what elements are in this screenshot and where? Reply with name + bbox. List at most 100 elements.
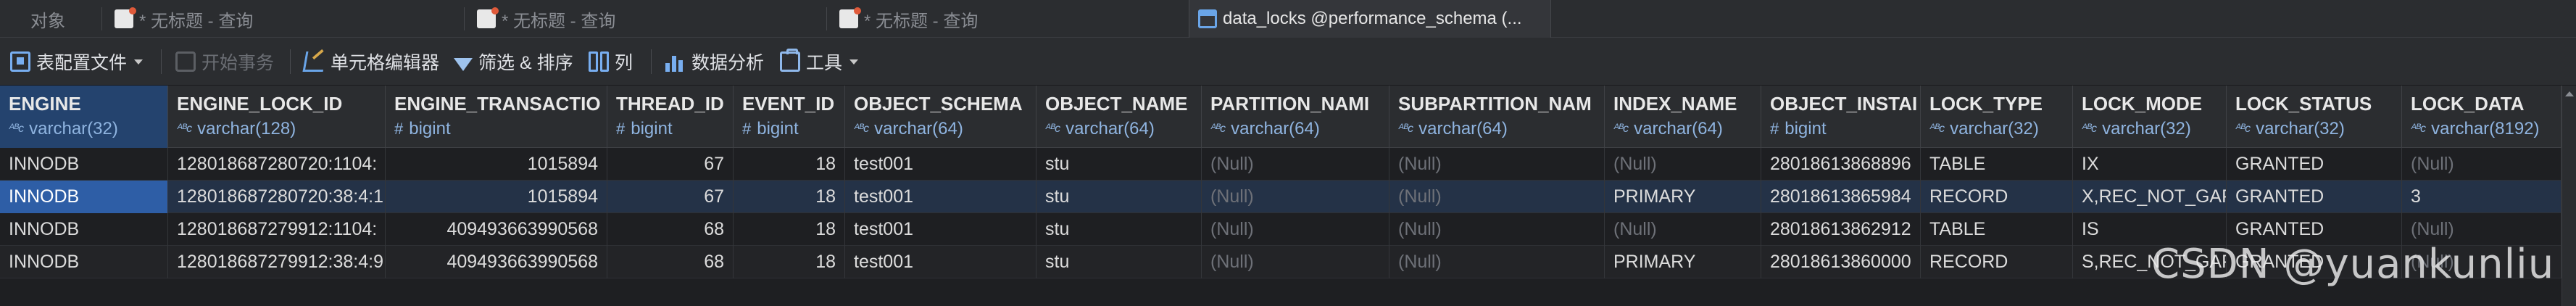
table-cell[interactable]: (Null) <box>1605 213 1761 246</box>
table-cell[interactable]: test001 <box>845 148 1036 181</box>
column-type-label: varchar(8192) <box>2431 119 2540 138</box>
scroll-up-icon[interactable] <box>2565 91 2574 96</box>
table-cell[interactable]: (Null) <box>1202 246 1389 278</box>
table-cell[interactable]: test001 <box>845 181 1036 213</box>
table-cell[interactable]: X,REC_NOT_GAP <box>2073 181 2227 213</box>
tab-objects[interactable]: 对象 <box>22 0 101 38</box>
vertical-scrollbar[interactable] <box>2562 86 2576 306</box>
filter-sort-button[interactable]: 筛选 & 排序 <box>454 38 573 86</box>
number-icon: # <box>394 120 404 138</box>
table-cell[interactable]: (Null) <box>2402 148 2562 181</box>
table-cell[interactable]: RECORD <box>1921 246 2073 278</box>
table-cell[interactable]: 68 <box>607 213 734 246</box>
table-cell[interactable]: test001 <box>845 246 1036 278</box>
table-cell[interactable]: GRANTED <box>2227 181 2402 213</box>
cell-editor-button[interactable]: 单元格编辑器 <box>302 38 439 86</box>
table-cell[interactable]: PRIMARY <box>1605 246 1761 278</box>
table-cell[interactable]: INNODB <box>0 246 168 278</box>
start-transaction-button[interactable]: 开始事务 <box>175 38 274 86</box>
column-header[interactable]: ENGINE ᴬᴮᴄ varchar(32) <box>0 86 168 148</box>
tab-data-locks[interactable]: data_locks @performance_schema (... <box>1189 0 1551 38</box>
column-header[interactable]: THREAD_ID # bigint <box>607 86 734 148</box>
table-cell[interactable]: 1015894 <box>386 181 607 213</box>
table-cell[interactable]: stu <box>1036 213 1202 246</box>
table-cell[interactable]: 28018613865984 <box>1761 181 1921 213</box>
table-cell[interactable]: 68 <box>607 246 734 278</box>
table-icon <box>1198 9 1217 28</box>
string-icon: ᴬᴮᴄ <box>1929 123 1945 135</box>
table-cell[interactable]: 128018687280720:1104: <box>168 148 386 181</box>
table-cell[interactable]: 18 <box>734 181 845 213</box>
table-row[interactable]: INNODB 128018687280720:1104: 1015894 67 18 te… <box>0 148 2576 181</box>
tab-untitled-query-3[interactable]: * 无标题 - 查询 <box>831 0 1186 38</box>
table-cell[interactable]: 28018613862912 <box>1761 213 1921 246</box>
table-cell[interactable]: INNODB <box>0 148 168 181</box>
column-header[interactable]: INDEX_NAME ᴬᴮᴄ varchar(64) <box>1605 86 1761 148</box>
column-header[interactable]: LOCK_MODE ᴬᴮᴄ varchar(32) <box>2073 86 2227 148</box>
tab-bar: 对象 * 无标题 - 查询 * 无标题 - 查询 * 无标题 - 查询 data… <box>0 0 2576 38</box>
table-cell[interactable]: 18 <box>734 148 845 181</box>
column-header[interactable]: OBJECT_NAME ᴬᴮᴄ varchar(64) <box>1036 86 1202 148</box>
table-cell[interactable]: (Null) <box>1202 148 1389 181</box>
column-name: LOCK_TYPE <box>1929 93 2043 115</box>
column-type-label: varchar(32) <box>2256 119 2345 138</box>
column-header[interactable]: EVENT_ID # bigint <box>734 86 845 148</box>
table-cell[interactable]: 28018613868896 <box>1761 148 1921 181</box>
column-name: INDEX_NAME <box>1613 93 1737 115</box>
table-cell[interactable]: IX <box>2073 148 2227 181</box>
chart-icon <box>665 51 686 72</box>
table-cell[interactable]: GRANTED <box>2227 148 2402 181</box>
table-cell[interactable]: (Null) <box>1202 213 1389 246</box>
table-cell[interactable]: TABLE <box>1921 148 2073 181</box>
table-cell[interactable]: (Null) <box>1389 213 1605 246</box>
column-header[interactable]: LOCK_TYPE ᴬᴮᴄ varchar(32) <box>1921 86 2073 148</box>
table-cell[interactable]: 409493663990568 <box>386 246 607 278</box>
tab-untitled-query-2[interactable]: * 无标题 - 查询 <box>468 0 823 38</box>
table-cell[interactable]: 409493663990568 <box>386 213 607 246</box>
column-header[interactable]: ENGINE_TRANSACTIO # bigint <box>386 86 607 148</box>
table-cell[interactable]: stu <box>1036 148 1202 181</box>
table-cell[interactable]: 18 <box>734 213 845 246</box>
column-header[interactable]: SUBPARTITION_NAM ᴬᴮᴄ varchar(64) <box>1389 86 1605 148</box>
column-header[interactable]: LOCK_DATA ᴬᴮᴄ varchar(8192) <box>2402 86 2562 148</box>
table-cell[interactable]: 28018613860000 <box>1761 246 1921 278</box>
table-cell[interactable]: test001 <box>845 213 1036 246</box>
table-cell[interactable]: 128018687280720:38:4:1 <box>168 181 386 213</box>
column-header[interactable]: ENGINE_LOCK_ID ᴬᴮᴄ varchar(128) <box>168 86 386 148</box>
columns-button[interactable]: 列 <box>589 38 633 86</box>
table-cell[interactable]: 3 <box>2402 181 2562 213</box>
column-name: PARTITION_NAMI <box>1210 93 1370 115</box>
columns-label: 列 <box>615 53 633 73</box>
table-cell[interactable]: 128018687279912:38:4:9 <box>168 246 386 278</box>
import-profile-button[interactable]: 表配置文件 <box>10 38 144 86</box>
data-analysis-label: 数据分析 <box>691 53 765 73</box>
table-cell[interactable]: stu <box>1036 181 1202 213</box>
table-cell[interactable]: RECORD <box>1921 181 2073 213</box>
table-cell[interactable]: INNODB <box>0 213 168 246</box>
table-cell[interactable]: (Null) <box>1202 181 1389 213</box>
table-cell[interactable]: PRIMARY <box>1605 181 1761 213</box>
column-header[interactable]: OBJECT_INSTAI # bigint <box>1761 86 1921 148</box>
table-row[interactable]: INNODB 128018687280720:38:4:1 1015894 67 18 t… <box>0 181 2576 213</box>
data-analysis-button[interactable]: 数据分析 <box>665 38 764 86</box>
table-cell[interactable]: INNODB <box>0 181 168 213</box>
column-type-label: bigint <box>409 119 451 138</box>
tab-untitled-query-1[interactable]: * 无标题 - 查询 <box>106 0 461 38</box>
table-cell[interactable]: TABLE <box>1921 213 2073 246</box>
table-cell[interactable]: (Null) <box>1389 181 1605 213</box>
column-header[interactable]: LOCK_STATUS ᴬᴮᴄ varchar(32) <box>2227 86 2402 148</box>
table-cell[interactable]: 67 <box>607 148 734 181</box>
table-cell[interactable]: 18 <box>734 246 845 278</box>
table-cell[interactable]: 1015894 <box>386 148 607 181</box>
column-header[interactable]: OBJECT_SCHEMA ᴬᴮᴄ varchar(64) <box>845 86 1036 148</box>
table-cell[interactable]: (Null) <box>1605 148 1761 181</box>
table-cell[interactable]: 128018687279912:1104: <box>168 213 386 246</box>
table-cell[interactable]: stu <box>1036 246 1202 278</box>
table-cell[interactable]: (Null) <box>1389 148 1605 181</box>
column-header[interactable]: PARTITION_NAMI ᴬᴮᴄ varchar(64) <box>1202 86 1389 148</box>
column-type: ᴬᴮᴄ varchar(32) <box>2082 119 2226 139</box>
table-cell[interactable]: (Null) <box>1389 246 1605 278</box>
table-cell[interactable]: 67 <box>607 181 734 213</box>
tools-button[interactable]: 工具 <box>780 38 859 86</box>
string-icon: ᴬᴮᴄ <box>854 123 869 135</box>
